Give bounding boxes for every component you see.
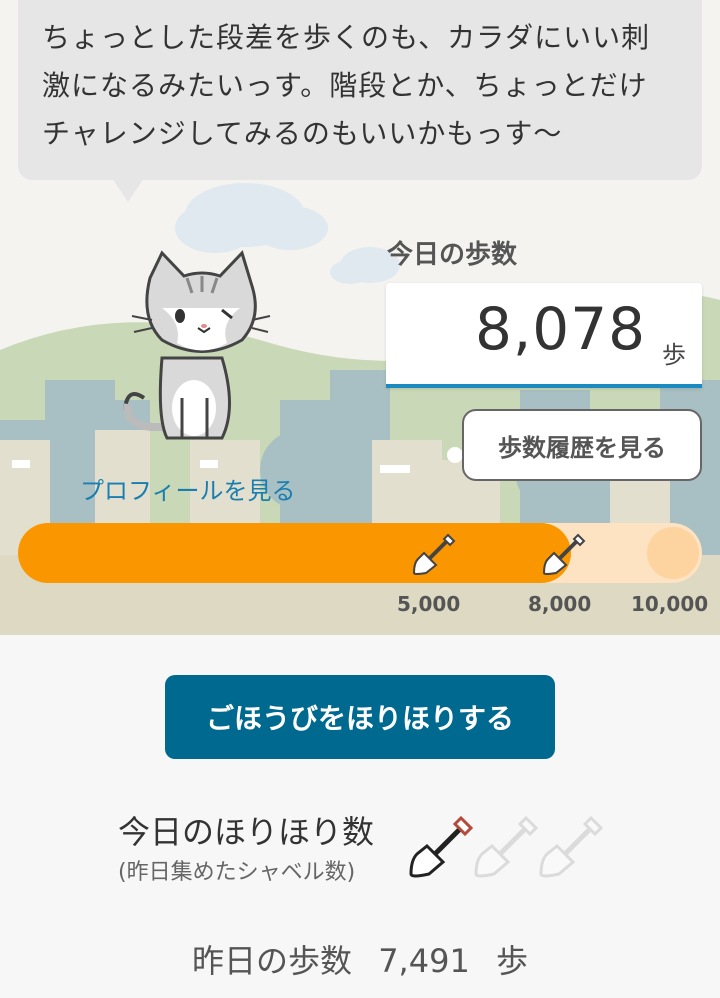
- goal-marker: [647, 527, 699, 579]
- dig-reward-button[interactable]: ごほうびをほりほりする: [165, 675, 555, 759]
- steps-progress-bar: [18, 523, 702, 583]
- today-steps-box: 8,078 歩: [386, 283, 702, 388]
- milestone-label: 5,000: [397, 592, 461, 616]
- today-steps-label: 今日の歩数: [387, 240, 518, 270]
- step-history-button[interactable]: 歩数履歴を見る: [462, 409, 702, 481]
- speech-line-2: 激になるみたいっす。階段とか、ちょっとだけ: [42, 69, 648, 102]
- yesterday-steps: 昨日の歩数 7,491 歩: [0, 936, 720, 982]
- cat-mascot-icon[interactable]: [112, 248, 272, 448]
- speech-line-3: チャレンジしてみるのもいいかもっす〜: [42, 117, 563, 150]
- profile-link[interactable]: プロフィールを見る: [80, 471, 296, 506]
- home-scene: ちょっとした段差を歩くのも、カラダにいい刺 激になるみたいっす。階段とか、ちょっ…: [0, 0, 720, 635]
- shovel-icon: [539, 815, 604, 878]
- shovel-counter: [409, 815, 604, 878]
- steps-progress-fill: [18, 523, 571, 583]
- shovel-icon: [412, 533, 456, 575]
- today-steps-value: 8,078: [474, 295, 646, 363]
- today-steps-unit: 歩: [662, 341, 686, 369]
- shovel-icon: [409, 815, 474, 878]
- yesterday-steps-unit: 歩: [495, 942, 528, 980]
- speech-line-1: ちょっとした段差を歩くのも、カラダにいい刺: [42, 21, 651, 54]
- dig-count-title: 今日のほりほり数: [118, 813, 375, 851]
- shovel-icon: [474, 815, 539, 878]
- speech-bubble: ちょっとした段差を歩くのも、カラダにいい刺 激になるみたいっす。階段とか、ちょっ…: [18, 0, 702, 180]
- shovel-icon: [542, 533, 586, 575]
- milestone-label: 8,000: [528, 592, 592, 616]
- yesterday-steps-value: 7,491: [378, 942, 470, 980]
- yesterday-steps-label: 昨日の歩数: [192, 942, 353, 980]
- speech-bubble-tail: [112, 178, 144, 202]
- dig-count-subtitle: (昨日集めたシャベル数): [118, 860, 356, 885]
- milestone-label: 10,000: [631, 592, 709, 616]
